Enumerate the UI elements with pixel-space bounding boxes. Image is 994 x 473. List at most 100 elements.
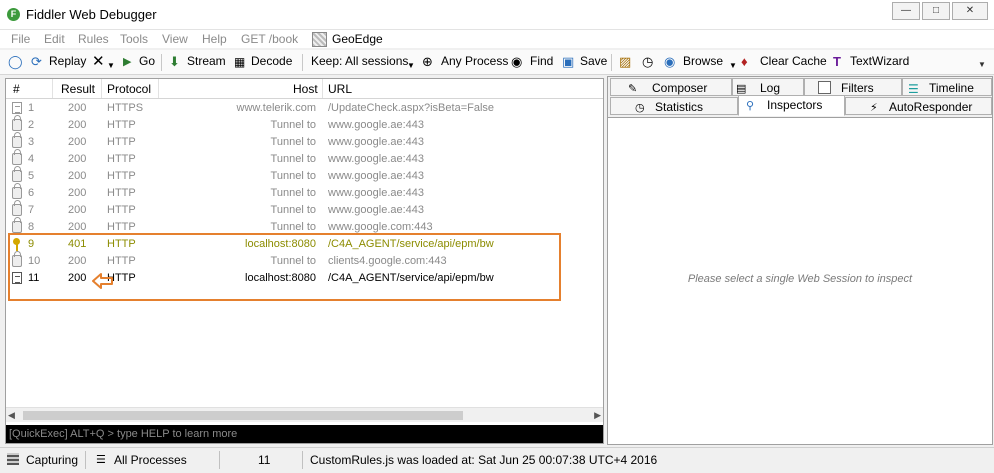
tab-strip: ✎ Composer ▤ Log Filters ☰ Timeline ◷ St… bbox=[608, 77, 992, 118]
menu-view[interactable]: View bbox=[162, 32, 188, 46]
keep-dropdown-icon[interactable]: ▼ bbox=[407, 58, 415, 74]
tab-timeline[interactable]: ☰ Timeline bbox=[902, 78, 992, 96]
session-result: 200 bbox=[68, 119, 87, 131]
find-button[interactable]: Find bbox=[530, 54, 553, 68]
browse-button[interactable]: Browse bbox=[683, 54, 723, 68]
lock-icon bbox=[12, 217, 22, 233]
stream-button[interactable]: Stream bbox=[187, 54, 226, 68]
session-count: 11 bbox=[258, 453, 271, 467]
tab-label: Filters bbox=[841, 81, 874, 95]
session-protocol: HTTP bbox=[107, 153, 136, 165]
save-button[interactable]: Save bbox=[580, 54, 607, 68]
any-process-button[interactable]: Any Process bbox=[441, 54, 508, 68]
close-button[interactable]: ✕ bbox=[952, 2, 988, 20]
highlight-annotation bbox=[8, 233, 561, 301]
replay-button[interactable]: Replay bbox=[49, 54, 86, 68]
scroll-right-icon[interactable]: ▶ bbox=[594, 410, 601, 421]
quickexec-input[interactable]: [QuickExec] ALT+Q > type HELP to learn m… bbox=[6, 425, 603, 443]
browse-dropdown-icon[interactable]: ▼ bbox=[729, 58, 737, 74]
menu-file[interactable]: File bbox=[11, 32, 30, 46]
binoculars-icon: ◉ bbox=[511, 54, 523, 69]
statistics-icon: ◷ bbox=[635, 102, 645, 114]
status-divider bbox=[85, 451, 86, 469]
column-divider[interactable] bbox=[101, 79, 102, 98]
capturing-icon[interactable] bbox=[7, 453, 19, 465]
session-host: www.telerik.com bbox=[236, 102, 316, 114]
menu-help[interactable]: Help bbox=[202, 32, 227, 46]
lightning-icon: ⚡ bbox=[870, 102, 878, 114]
scroll-left-icon[interactable]: ◀ bbox=[8, 410, 15, 421]
session-row[interactable]: 3 200 HTTP Tunnel to www.google.ae:443 bbox=[6, 132, 603, 151]
tab-log[interactable]: ▤ Log bbox=[732, 78, 804, 96]
column-result[interactable]: Result bbox=[61, 82, 95, 96]
timer-icon[interactable]: ◷ bbox=[642, 54, 653, 70]
session-number: 4 bbox=[28, 153, 35, 165]
lock-icon bbox=[12, 183, 22, 199]
minimize-button[interactable]: — bbox=[892, 2, 920, 20]
status-message: CustomRules.js was loaded at: Sat Jun 25… bbox=[310, 453, 658, 467]
textwizard-button[interactable]: TextWizard bbox=[850, 54, 909, 68]
process-filter[interactable]: All Processes bbox=[114, 453, 187, 467]
status-bar: Capturing ☰ All Processes 11 CustomRules… bbox=[0, 447, 994, 473]
session-row[interactable]: 5 200 HTTP Tunnel to www.google.ae:443 bbox=[6, 166, 603, 185]
session-row[interactable]: 7 200 HTTP Tunnel to www.google.ae:443 bbox=[6, 200, 603, 219]
comment-icon[interactable]: ◯ bbox=[8, 54, 23, 70]
capturing-status[interactable]: Capturing bbox=[26, 453, 78, 467]
horizontal-scrollbar[interactable]: ◀ ▶ bbox=[6, 407, 603, 422]
filter-icon: ☰ bbox=[96, 454, 106, 466]
column-divider[interactable] bbox=[322, 79, 323, 98]
inspectors-icon: ⚲ bbox=[746, 100, 755, 112]
session-row[interactable]: 1 200 HTTPS www.telerik.com/UpdateCheck.asp… bbox=[6, 100, 603, 117]
session-result: 200 bbox=[68, 170, 87, 182]
menu-get-book[interactable]: GET /book bbox=[241, 32, 298, 46]
column-number[interactable]: # bbox=[13, 82, 20, 96]
menu-rules[interactable]: Rules bbox=[78, 32, 109, 46]
maximize-button[interactable]: □ bbox=[922, 2, 950, 20]
fiddler-logo-icon: F bbox=[7, 8, 20, 21]
clear-cache-icon: ♦ bbox=[741, 54, 748, 69]
tab-composer[interactable]: ✎ Composer bbox=[610, 78, 732, 96]
stream-icon: ⬇ bbox=[169, 54, 180, 69]
session-row[interactable]: 6 200 HTTP Tunnel to www.google.ae:443 bbox=[6, 183, 603, 202]
remove-icon[interactable]: ✕ bbox=[92, 54, 105, 70]
session-result: 200 bbox=[68, 153, 87, 165]
toolbar-divider bbox=[161, 54, 162, 71]
tab-label: Inspectors bbox=[767, 98, 823, 112]
remove-dropdown-icon[interactable]: ▼ bbox=[107, 58, 115, 74]
session-host: Tunnel to bbox=[270, 153, 316, 165]
scrollbar-thumb[interactable] bbox=[23, 411, 463, 420]
session-number: 5 bbox=[28, 170, 35, 182]
browser-icon: ◉ bbox=[664, 54, 676, 69]
column-url[interactable]: URL bbox=[328, 82, 352, 96]
decode-icon: ▦ bbox=[234, 55, 246, 69]
geoedge-icon bbox=[312, 32, 327, 47]
column-host[interactable]: Host bbox=[293, 82, 318, 96]
go-button[interactable]: Go bbox=[139, 54, 155, 68]
session-row[interactable]: 4 200 HTTP Tunnel to www.google.ae:443 bbox=[6, 149, 603, 168]
tab-statistics[interactable]: ◷ Statistics bbox=[610, 97, 738, 115]
decode-button[interactable]: Decode bbox=[251, 54, 292, 68]
go-icon: ▶ bbox=[123, 56, 132, 68]
menu-geoedge[interactable]: GeoEdge bbox=[332, 32, 383, 46]
keep-sessions-dropdown[interactable]: Keep: All sessions bbox=[311, 54, 408, 68]
column-divider[interactable] bbox=[52, 79, 53, 98]
tab-autoresponder[interactable]: ⚡ AutoResponder bbox=[845, 97, 992, 115]
session-protocol: HTTP bbox=[107, 170, 136, 182]
tab-filters[interactable]: Filters bbox=[804, 78, 902, 96]
clear-cache-button[interactable]: Clear Cache bbox=[760, 54, 827, 68]
toolbar-divider bbox=[302, 54, 303, 71]
column-protocol[interactable]: Protocol bbox=[107, 82, 151, 96]
toolbar-divider bbox=[611, 54, 612, 71]
window-title: Fiddler Web Debugger bbox=[26, 7, 157, 22]
tab-inspectors[interactable]: ⚲ Inspectors bbox=[738, 95, 845, 116]
session-protocol: HTTP bbox=[107, 204, 136, 216]
menu-tools[interactable]: Tools bbox=[120, 32, 148, 46]
session-row[interactable]: 2 200 HTTP Tunnel to www.google.ae:443 bbox=[6, 115, 603, 134]
session-url: /UpdateCheck.aspx?isBeta=False bbox=[328, 102, 495, 114]
screenshot-icon[interactable]: ▨ bbox=[619, 54, 631, 70]
menu-edit[interactable]: Edit bbox=[44, 32, 65, 46]
session-url: www.google.ae:443 bbox=[328, 170, 425, 182]
toolbar-overflow-icon[interactable]: ▼ bbox=[976, 60, 988, 74]
column-divider[interactable] bbox=[158, 79, 159, 98]
session-number: 1 bbox=[28, 102, 35, 114]
